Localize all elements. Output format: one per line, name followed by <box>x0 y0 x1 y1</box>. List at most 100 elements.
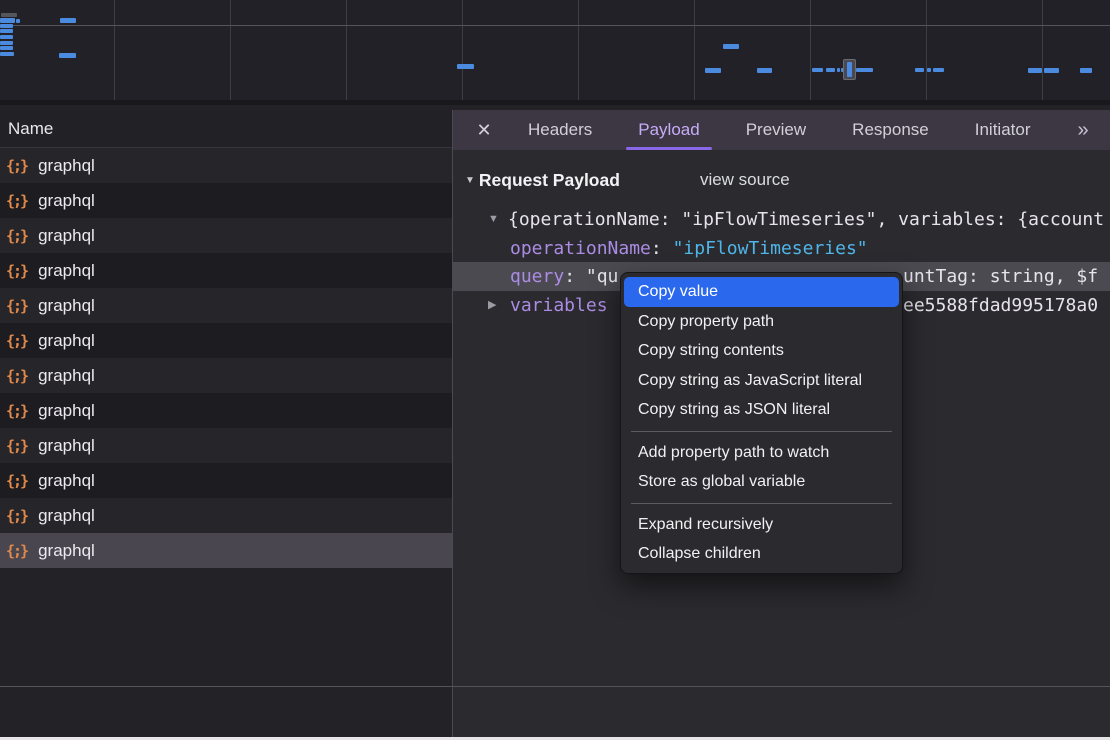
request-rows: {;} graphql {;} graphql {;} graphql {;} graphql… <box>0 148 452 568</box>
request-name: graphql <box>38 226 95 246</box>
section-title: Request Payload <box>479 170 620 191</box>
overview-gridline <box>926 0 927 100</box>
menu-item-copy-value[interactable]: Copy value <box>624 277 899 307</box>
timeline-bar <box>0 52 14 56</box>
json-braces-icon: {;} <box>6 262 27 280</box>
devtools-network-panel: Name {;}graphql{;}graphql{;}graphql{;}gr… <box>0 0 1110 740</box>
json-braces-icon: {;} <box>6 157 27 175</box>
key-separator: : <box>651 238 673 259</box>
panel-divider[interactable] <box>452 110 453 737</box>
expand-triangle-icon[interactable]: ▶ <box>488 291 496 320</box>
timeline-bar <box>927 68 931 72</box>
request-row-graphql[interactable]: {;} graphql <box>0 463 452 498</box>
key-separator: : <box>564 266 586 287</box>
overview-gridline <box>462 0 463 100</box>
json-key: variables <box>510 295 608 316</box>
request-row-graphql[interactable]: {;}graphql <box>0 323 452 358</box>
request-name: graphql <box>38 366 95 386</box>
json-braces-icon: {;} <box>6 192 27 210</box>
timeline-bar <box>812 68 823 72</box>
network-overview-waterfall[interactable] <box>0 0 1110 105</box>
tab-initiator[interactable]: Initiator <box>975 110 1031 150</box>
request-name: graphql <box>38 296 95 316</box>
menu-item-expand-recursively[interactable]: Expand recursively <box>621 510 902 540</box>
request-row-graphql[interactable]: {;} graphql <box>0 393 452 428</box>
timeline-bar <box>60 18 76 23</box>
request-row-graphql[interactable]: {;}graphql <box>0 498 452 533</box>
selected-request-bar <box>847 62 852 77</box>
overview-gridline <box>810 0 811 100</box>
timeline-bar <box>0 24 13 28</box>
overview-gridline <box>578 0 579 100</box>
request-row-graphql[interactable]: {;} graphql <box>0 428 452 463</box>
request-name: graphql <box>38 471 95 491</box>
timeline-bar <box>0 18 15 23</box>
menu-item-store-as-global-variable[interactable]: Store as global variable <box>621 467 902 497</box>
view-source-link[interactable]: view source <box>700 170 790 190</box>
summary-bar-divider <box>0 686 1110 687</box>
close-icon[interactable]: ✕ <box>475 120 493 141</box>
payload-root-row[interactable]: ▼ {operationName: "ipFlowTimeseries", va… <box>453 205 1110 234</box>
json-braces-icon: {;} <box>6 437 27 455</box>
request-row-graphql[interactable]: {;}graphql <box>0 533 452 568</box>
request-name: graphql <box>38 436 95 456</box>
json-braces-icon: {;} <box>6 542 27 560</box>
menu-item-copy-string-contents[interactable]: Copy string contents <box>621 336 902 366</box>
timeline-bar <box>457 64 474 69</box>
request-row-graphql[interactable]: {;} graphql <box>0 183 452 218</box>
request-row-graphql[interactable]: {;} graphql <box>0 288 452 323</box>
timeline-bar <box>1028 68 1042 73</box>
timeline-bar <box>757 68 772 73</box>
timeline-bar <box>837 68 840 72</box>
collapse-triangle-icon[interactable]: ▼ <box>465 175 475 186</box>
menu-item-copy-string-as-json-literal[interactable]: Copy string as JSON literal <box>621 395 902 425</box>
json-braces-icon: {;} <box>6 367 27 385</box>
menu-divider <box>631 431 892 432</box>
name-column-header[interactable]: Name <box>0 110 452 148</box>
request-row-graphql[interactable]: {;}graphql <box>0 148 452 183</box>
timeline-bar <box>826 68 835 72</box>
request-row-graphql[interactable]: {;} graphql <box>0 218 452 253</box>
tab-preview[interactable]: Preview <box>746 110 806 150</box>
menu-item-copy-property-path[interactable]: Copy property path <box>621 307 902 337</box>
request-name: graphql <box>38 261 95 281</box>
payload-root-preview: {operationName: "ipFlowTimeseries", vari… <box>508 205 1104 234</box>
request-name: graphql <box>38 401 95 421</box>
detail-tabbar: ✕ Headers Payload Preview Response Initiator… <box>453 110 1110 150</box>
json-braces-icon: {;} <box>6 402 27 420</box>
request-row-graphql[interactable]: {;} graphql <box>0 358 452 393</box>
overview-horizontal-gridline <box>0 25 1110 26</box>
request-payload-section-header[interactable]: ▼ Request Payload view source <box>465 165 790 195</box>
more-tabs-icon[interactable]: » <box>1077 119 1085 142</box>
json-braces-icon: {;} <box>6 297 27 315</box>
timeline-bar <box>1 13 17 17</box>
overview-gridline <box>114 0 115 100</box>
timeline-bar <box>933 68 944 72</box>
timeline-bar <box>16 19 20 23</box>
tab-payload[interactable]: Payload <box>638 110 699 150</box>
menu-item-add-property-path-to-watch[interactable]: Add property path to watch <box>621 438 902 468</box>
timeline-bar <box>0 35 13 39</box>
tab-headers[interactable]: Headers <box>528 110 592 150</box>
json-key: operationName <box>510 238 651 259</box>
json-value-start: "qu <box>586 266 619 287</box>
timeline-bar <box>0 41 13 45</box>
timeline-bar <box>915 68 924 72</box>
json-braces-icon: {;} <box>6 227 27 245</box>
timeline-bar <box>0 29 13 33</box>
request-name: graphql <box>38 191 95 211</box>
timeline-bar <box>856 68 873 72</box>
expand-triangle-icon[interactable]: ▼ <box>488 205 499 234</box>
request-row-graphql[interactable]: {;} graphql <box>0 253 452 288</box>
timeline-bar <box>59 53 76 58</box>
overview-gridline <box>694 0 695 100</box>
timeline-bar <box>1044 68 1059 73</box>
json-value-fragment: ee5588fdad995178a0 <box>903 291 1098 320</box>
tab-response[interactable]: Response <box>852 110 929 150</box>
payload-row-operationname[interactable]: operationName: "ipFlowTimeseries" <box>453 234 1110 263</box>
json-braces-icon: {;} <box>6 472 27 490</box>
menu-item-collapse-children[interactable]: Collapse children <box>621 539 902 569</box>
overview-gridline <box>1042 0 1043 100</box>
menu-item-copy-string-as-javascript-literal[interactable]: Copy string as JavaScript literal <box>621 366 902 396</box>
timeline-bar <box>723 44 739 49</box>
